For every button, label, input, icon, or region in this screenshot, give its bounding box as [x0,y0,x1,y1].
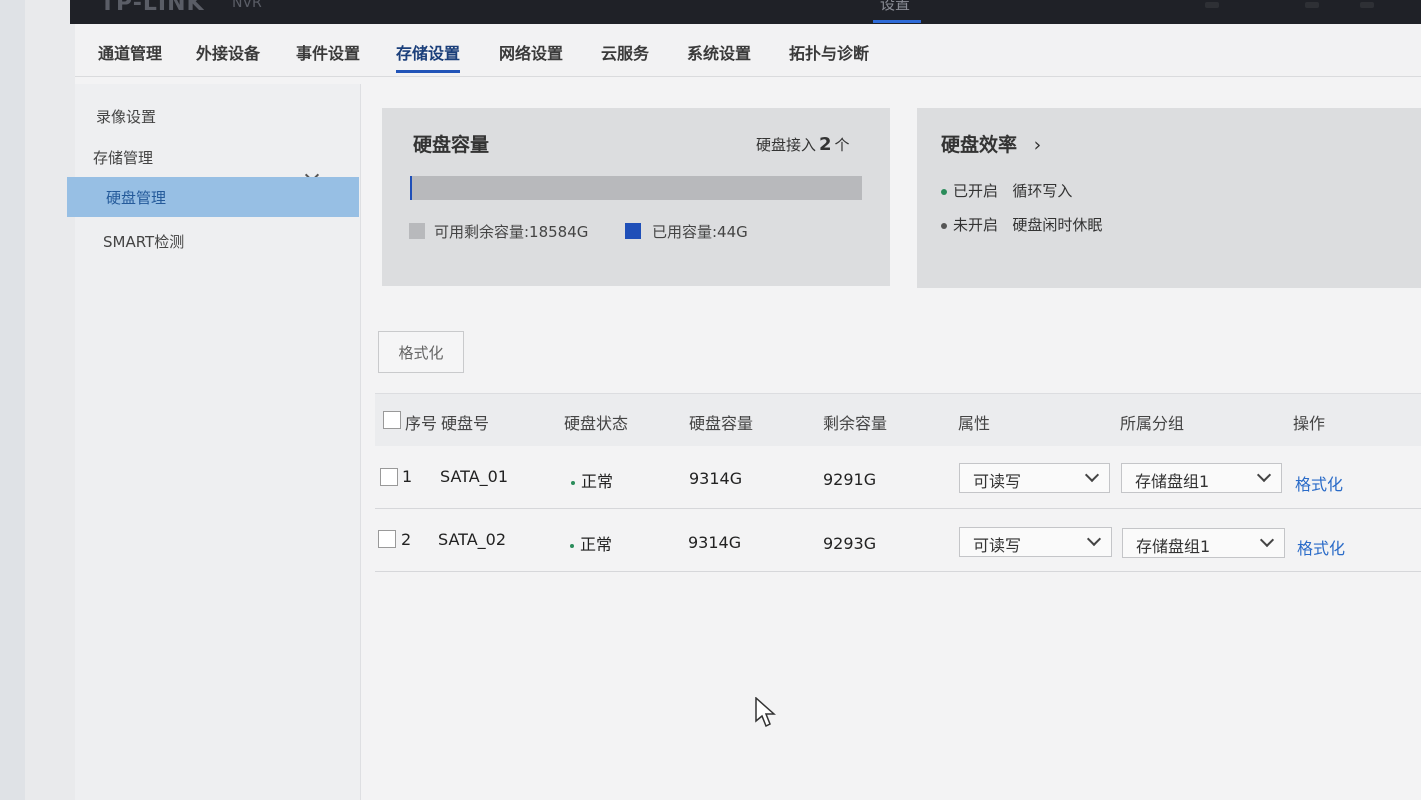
efficiency-state: 未开启 [953,216,999,234]
th-attribute: 属性 [958,414,991,433]
tab-network-settings[interactable]: 网络设置 [499,40,563,70]
row-capacity: 9314G [689,469,743,488]
group-select-value: 存储盘组1 [1135,472,1210,491]
attribute-select-value: 可读写 [973,472,1022,491]
select-all-checkbox[interactable] [383,411,401,429]
sidebar-item-recording-settings[interactable]: 录像设置 [96,106,156,127]
table-row: 2 SATA_02 正常 9314G 9293G 可读写 存储盘组1 格式化 [375,509,1421,572]
th-disk-number: 硬盘号 [441,414,490,433]
disks-connected-label: 硬盘接入 [756,136,817,154]
tab-cloud-service[interactable]: 云服务 [601,40,649,70]
row-remaining: 9293G [823,534,877,553]
format-button[interactable]: 格式化 [378,331,464,373]
group-select[interactable]: 存储盘组1 [1122,528,1285,558]
row-format-link[interactable]: 格式化 [1295,471,1343,495]
status-dot-icon [571,480,575,485]
top-bar: TP-LINK NVR 设置 [70,0,1421,24]
screen-left-edge [0,0,75,800]
sidebar-item-label: 硬盘管理 [106,189,167,207]
attribute-select[interactable]: 可读写 [959,463,1110,493]
free-capacity-label: 可用剩余容量:18584G [434,223,589,241]
free-legend-swatch [409,223,425,239]
attribute-select-value: 可读写 [973,536,1022,555]
sidebar: 录像设置 存储管理 硬盘管理 SMART检测 [67,84,361,800]
group-select-value: 存储盘组1 [1136,537,1211,556]
row-status: 正常 [571,468,613,492]
th-disk-capacity: 硬盘容量 [689,414,754,433]
tab-system-settings[interactable]: 系统设置 [687,40,751,70]
th-disk-status: 硬盘状态 [564,414,629,433]
row-status-text: 正常 [581,472,614,491]
th-index: 序号 [405,414,438,433]
tab-topology-diagnostics[interactable]: 拓扑与诊断 [789,40,869,70]
disk-capacity-title: 硬盘容量 [413,134,490,156]
row-status-text: 正常 [580,535,613,554]
status-dot-icon [941,188,947,195]
status-dot-icon [941,222,947,229]
disks-connected-unit: 个 [834,136,850,154]
tab-channel-management[interactable]: 通道管理 [98,40,162,70]
th-action: 操作 [1293,414,1326,433]
sidebar-item-smart-detection[interactable]: SMART检测 [103,231,184,252]
tab-event-settings[interactable]: 事件设置 [296,40,360,70]
th-remaining-capacity: 剩余容量 [823,414,888,433]
mouse-cursor-icon [755,697,776,728]
disks-connected: 硬盘接入 2 个 [756,134,850,155]
th-group: 所属分组 [1120,414,1185,433]
power-icon[interactable] [1360,2,1374,8]
chevron-down-icon [1084,467,1100,483]
table-row: 1 SATA_01 正常 9314G 9291G 可读写 存储盘组1 格式化 [375,446,1421,509]
efficiency-state: 已开启 [953,182,999,200]
row-checkbox[interactable] [380,468,398,486]
group-select[interactable]: 存储盘组1 [1121,463,1282,493]
disk-efficiency-title-text: 硬盘效率 [941,134,1018,156]
used-legend-swatch [625,223,641,239]
row-checkbox[interactable] [378,530,396,548]
status-dot-icon [570,543,574,548]
row-disk-number: SATA_01 [440,467,508,486]
table-header: 序号 硬盘号 硬盘状态 硬盘容量 剩余容量 属性 所属分组 操作 [375,393,1421,447]
disk-efficiency-title[interactable]: 硬盘效率 › [941,130,1041,157]
capacity-bar-used [410,176,412,200]
product-label: NVR [232,0,262,11]
page-title[interactable]: 设置 [880,0,910,14]
row-format-link[interactable]: 格式化 [1297,535,1345,559]
screen-left-edge-inner [25,0,75,800]
user-icon[interactable] [1305,2,1319,8]
efficiency-item-loop-write: 已开启 循环写入 [941,180,1072,201]
row-capacity: 9314G [688,533,742,552]
sidebar-item-disk-management[interactable]: 硬盘管理 [67,177,359,217]
row-status: 正常 [570,531,612,555]
notification-icon[interactable] [1205,2,1219,8]
chevron-right-icon[interactable]: › [1034,134,1042,156]
efficiency-item-idle-sleep: 未开启 硬盘闲时休眠 [941,214,1102,235]
chevron-down-icon [1256,467,1272,483]
chevron-down-icon [1259,532,1275,548]
settings-window: 通道管理 外接设备 事件设置 存储设置 网络设置 云服务 系统设置 拓扑与诊断 … [67,24,1421,800]
chevron-down-icon [1086,531,1102,547]
efficiency-feature: 循环写入 [1012,182,1073,200]
page-title-underline [873,20,921,23]
row-index: 2 [401,530,412,549]
tab-storage-settings[interactable]: 存储设置 [396,40,461,73]
disks-connected-count: 2 [819,134,832,155]
used-capacity-label: 已用容量:44G [652,223,748,241]
row-disk-number: SATA_02 [438,530,506,549]
row-index: 1 [402,467,413,486]
main-tabs: 通道管理 外接设备 事件设置 存储设置 网络设置 云服务 系统设置 拓扑与诊断 [75,24,1421,77]
tab-external-devices[interactable]: 外接设备 [196,40,260,70]
capacity-bar [410,176,862,200]
row-remaining: 9291G [823,470,877,489]
efficiency-feature: 硬盘闲时休眠 [1012,216,1103,234]
attribute-select[interactable]: 可读写 [959,527,1112,557]
sidebar-item-storage-management[interactable]: 存储管理 [93,147,153,168]
brand-logo: TP-LINK [100,0,205,16]
